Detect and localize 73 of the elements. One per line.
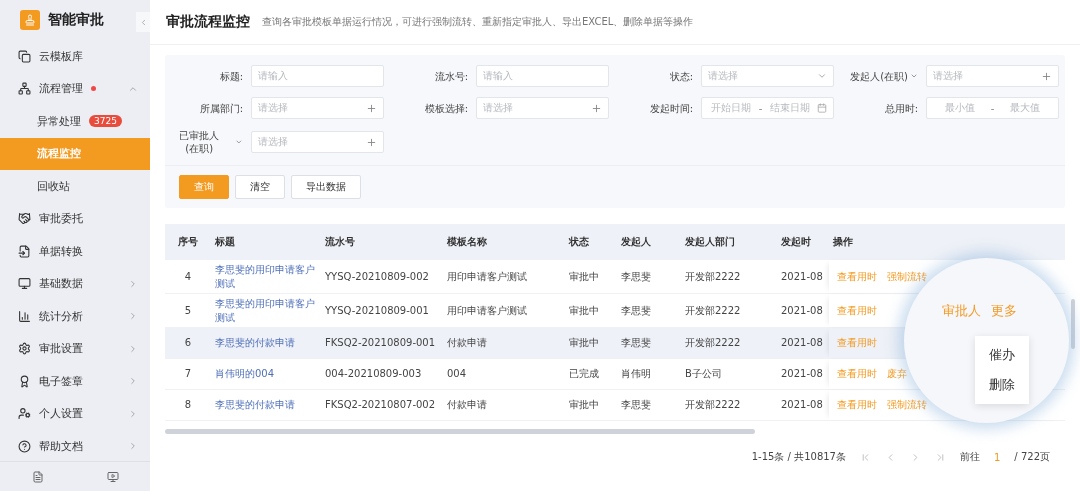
table-cell-text: 审批中 xyxy=(568,303,600,318)
filter-label: 所属部门: xyxy=(199,101,243,115)
table-cell-text: 付款申请 xyxy=(446,398,488,413)
page-description: 查询各审批模板单据运行情况，可进行强制流转、重新指定审批人、导出EXCEL、删除单据等操作 xyxy=(262,15,694,29)
column-header: 模板名称 xyxy=(446,235,488,249)
goto-label: 前往 xyxy=(960,450,980,464)
sidebar-label: 单据转换 xyxy=(39,243,83,259)
sidebar-label: 云模板库 xyxy=(39,48,83,64)
count-badge: 3725 xyxy=(89,115,122,128)
table-cell-text: 004 xyxy=(446,367,468,382)
table-cell-text: 肖伟明 xyxy=(620,367,652,382)
table-cell-text: YYSQ-20210809-002 xyxy=(324,269,430,284)
column-header: 操作 xyxy=(832,235,854,249)
filter-label: 发起时间: xyxy=(649,101,693,115)
column-header: 状态 xyxy=(567,235,590,249)
table-cell-text: 李思斐 xyxy=(620,398,652,413)
table-cell-text: 开发部2222 xyxy=(684,303,742,318)
table-cell-text: 用印申请客户测试 xyxy=(446,269,528,284)
column-header: 发起时 xyxy=(780,235,812,249)
column-header: 流水号 xyxy=(324,235,356,249)
filter-label: 总用时: xyxy=(884,101,918,115)
sidebar-label: 帮助文档 xyxy=(39,438,83,454)
table-cell-text: 李思斐 xyxy=(620,303,652,318)
sidebar-label: 统计分析 xyxy=(39,308,83,324)
sidebar-label: 异常处理 xyxy=(37,113,81,129)
table-cell-text: YYSQ-20210809-001 xyxy=(324,303,430,318)
page-title: 审批流程监控 xyxy=(166,13,250,31)
column-header: 序号 xyxy=(177,235,199,249)
table-cell-text: 6 xyxy=(183,336,193,351)
table-cell-text: 开发部2222 xyxy=(684,336,742,351)
sidebar-label: 电子签章 xyxy=(39,373,83,389)
app-name: 智能审批 xyxy=(48,11,104,29)
table-cell-text: 2021-08 xyxy=(780,303,824,318)
sidebar-label: 审批设置 xyxy=(39,341,83,357)
filter-label: 流水号: xyxy=(434,69,468,83)
sidebar-label: 基础数据 xyxy=(39,276,83,292)
filter-label: 标题: xyxy=(219,69,243,83)
sidebar-label: 审批委托 xyxy=(39,211,83,227)
sidebar-label: 流程监控 xyxy=(37,146,81,162)
sidebar-label: 回收站 xyxy=(37,178,70,194)
table-cell-text: 已完成 xyxy=(568,367,600,382)
table-cell-text: 审批中 xyxy=(568,269,600,284)
table-cell-text: 8 xyxy=(183,398,193,413)
table-cell-text: 4 xyxy=(183,269,193,284)
column-header: 发起人 xyxy=(620,235,652,249)
sidebar-label: 个人设置 xyxy=(39,406,83,422)
table-cell-text: 用印申请客户测试 xyxy=(446,303,528,318)
table-cell-text: FKSQ2-20210807-002 xyxy=(324,398,437,413)
table-cell-text: 审批中 xyxy=(568,336,600,351)
table-cell-text: FKSQ2-20210809-001 xyxy=(324,336,437,351)
page-total: / 722页 xyxy=(1014,450,1050,464)
filter-label: 已审批人 (在职) xyxy=(178,129,221,155)
table-cell-text: 5 xyxy=(183,303,193,318)
table-cell-text: 开发部2222 xyxy=(684,398,742,413)
sidebar-label: 流程管理 xyxy=(39,81,83,97)
column-header: 发起人部门 xyxy=(684,235,736,249)
table-cell-text: 李思斐 xyxy=(620,269,652,284)
column-header: 标题 xyxy=(214,235,236,249)
table-cell-text: 付款申请 xyxy=(446,336,488,351)
filter-label: 发起人(在职) xyxy=(850,69,908,83)
table-cell-text: 审批中 xyxy=(568,398,600,413)
table-cell-text: 李思斐 xyxy=(620,336,652,351)
table-cell-text: 2021-08 xyxy=(780,336,824,351)
table-cell-text: 2021-08 xyxy=(780,398,824,413)
table-cell-text: 004-20210809-003 xyxy=(324,367,423,382)
table-cell-text: 2021-08 xyxy=(780,269,824,284)
page-summary: 1-15条 / 共10817条 xyxy=(751,450,846,464)
table-cell-text: 开发部2222 xyxy=(684,269,742,284)
filter-label: 模板选择: xyxy=(424,101,468,115)
table-cell-text: B子公司 xyxy=(684,367,723,382)
table-cell-text: 7 xyxy=(183,367,193,382)
table-cell-text: 2021-08 xyxy=(780,367,824,382)
filter-label: 状态: xyxy=(669,69,693,83)
